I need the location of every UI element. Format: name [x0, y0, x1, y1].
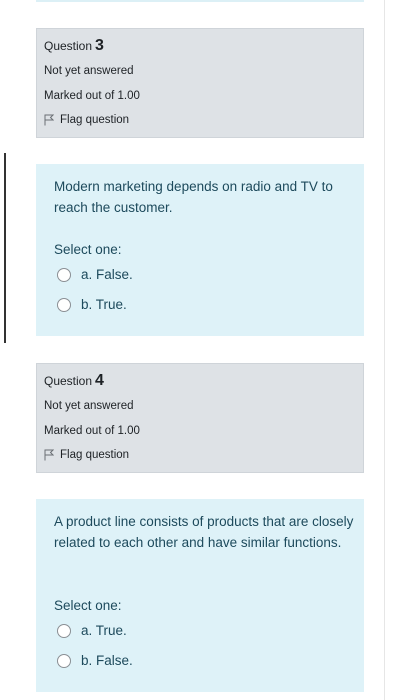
- question-state: Not yet answered: [44, 65, 134, 77]
- select-one-prompt: Select one:: [54, 242, 122, 257]
- question-grade: Marked out of 1.00: [44, 425, 140, 437]
- flag-icon: [44, 114, 54, 126]
- answer-label: b. False.: [81, 653, 133, 668]
- question-text: A product line consists of products that…: [54, 514, 354, 550]
- answer-label: a. True.: [81, 623, 127, 638]
- radio-icon[interactable]: [57, 653, 71, 668]
- answer-option-a[interactable]: a. False.: [57, 267, 133, 282]
- question-text: Modern marketing depends on radio and TV…: [54, 179, 333, 215]
- question-state: Not yet answered: [44, 400, 134, 412]
- answer-label: b. True.: [81, 297, 127, 312]
- flag-question-label: Flag question: [60, 449, 130, 461]
- radio-icon[interactable]: [57, 267, 71, 282]
- answer-option-b[interactable]: b. True.: [57, 297, 127, 312]
- question-4-info: Question 4 Not yet answered Marked out of…: [36, 363, 364, 473]
- question-4-content: A product line consists of products that…: [36, 499, 364, 692]
- question-number-label: Question 4: [44, 372, 104, 390]
- scrollbar-thumb[interactable]: [4, 153, 6, 343]
- question-3-info: Question 3 Not yet answered Marked out of…: [36, 28, 364, 138]
- radio-icon[interactable]: [57, 623, 71, 638]
- question-label: Question: [44, 374, 93, 388]
- page-edge-divider: [384, 0, 385, 700]
- previous-question-content-edge: [36, 0, 364, 2]
- select-one-prompt: Select one:: [54, 598, 122, 613]
- question-grade: Marked out of 1.00: [44, 90, 140, 102]
- question-number: 4: [95, 372, 104, 389]
- flag-question-link[interactable]: Flag question: [44, 449, 129, 461]
- answer-label: a. False.: [81, 267, 133, 282]
- flag-question-label: Flag question: [60, 114, 130, 126]
- answer-option-b[interactable]: b. False.: [57, 653, 133, 668]
- flag-icon: [44, 449, 54, 461]
- question-number-label: Question 3: [44, 37, 104, 55]
- flag-question-link[interactable]: Flag question: [44, 114, 129, 126]
- question-number: 3: [95, 37, 104, 54]
- answer-option-a[interactable]: a. True.: [57, 623, 127, 638]
- question-3-content: Modern marketing depends on radio and TV…: [36, 164, 364, 336]
- radio-icon[interactable]: [57, 297, 71, 312]
- question-label: Question: [44, 39, 93, 53]
